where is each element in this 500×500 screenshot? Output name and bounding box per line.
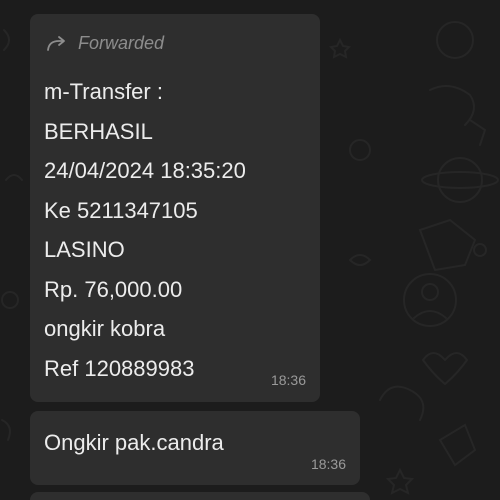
message-timestamp: 18:36	[270, 372, 306, 388]
forward-arrow-icon	[46, 34, 68, 52]
message-line: Ref 120889983	[44, 355, 195, 381]
message-bubble-forwarded[interactable]: Forwarded m-Transfer : BERHASIL 24/04/20…	[30, 14, 320, 402]
message-timestamp: 18:36	[310, 456, 346, 472]
message-bubble[interactable]: Ongkir pak.candra 18:36	[30, 411, 360, 485]
message-line: ongkir kobra	[44, 316, 166, 341]
message-text: m-Transfer : BERHASIL 24/04/2024 18:35:2…	[44, 72, 306, 388]
message-text: Ongkir pak.candra	[44, 430, 224, 455]
forwarded-indicator: Forwarded	[46, 28, 306, 58]
forwarded-label: Forwarded	[78, 32, 165, 53]
message-line: LASINO	[44, 237, 125, 262]
message-line: BERHASIL	[44, 118, 153, 144]
message-line: m-Transfer :	[44, 79, 163, 104]
message-line: 24/04/2024 18:35:20	[44, 158, 246, 183]
message-bubble-partial[interactable]	[30, 492, 370, 500]
message-line: Ke 5211347105	[44, 197, 198, 223]
message-line: Rp. 76,000.00	[44, 276, 183, 302]
